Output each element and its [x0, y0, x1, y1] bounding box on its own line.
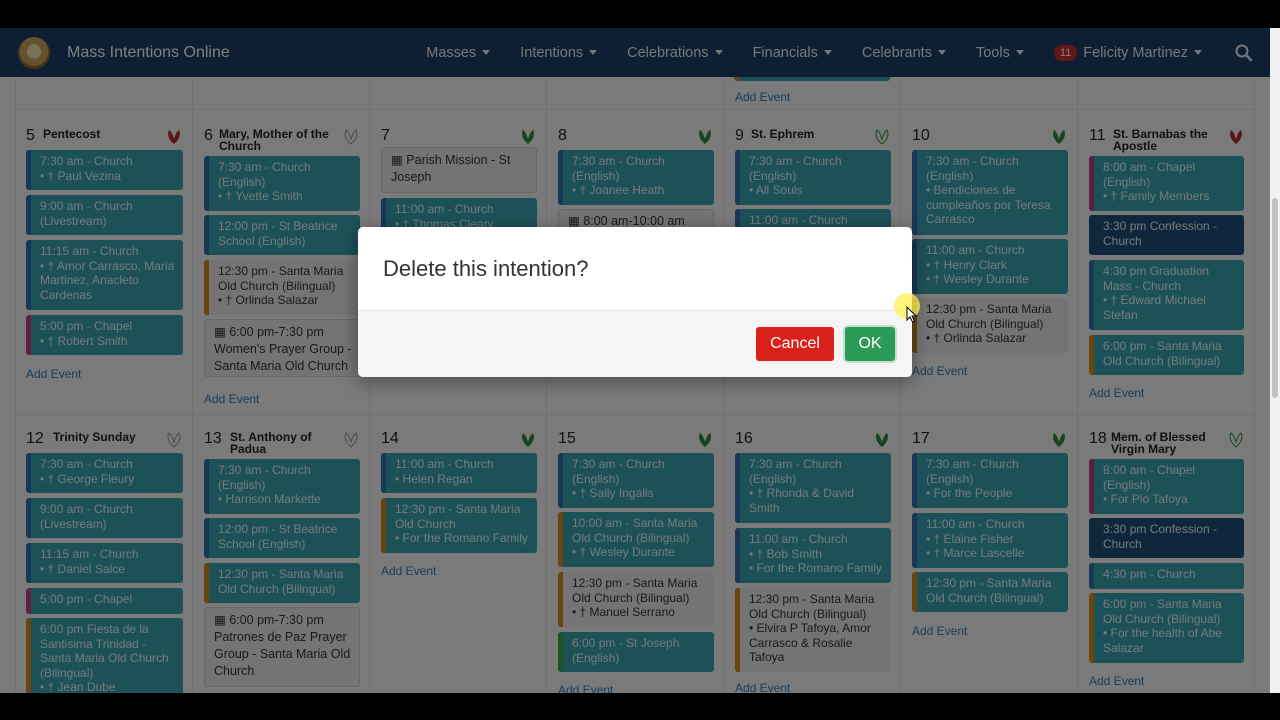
- page-scrollbar[interactable]: [1270, 28, 1280, 693]
- confirm-dialog: Delete this intention? Cancel OK: [358, 227, 912, 377]
- ok-button[interactable]: OK: [845, 327, 895, 361]
- scrollbar-thumb[interactable]: [1272, 198, 1278, 398]
- app-window: Mass Intentions Online Masses Intentions…: [0, 28, 1270, 693]
- dialog-footer: Cancel OK: [358, 310, 912, 377]
- dialog-title: Delete this intention?: [383, 256, 589, 281]
- mouse-cursor-icon: [906, 306, 918, 323]
- cancel-button[interactable]: Cancel: [756, 327, 834, 361]
